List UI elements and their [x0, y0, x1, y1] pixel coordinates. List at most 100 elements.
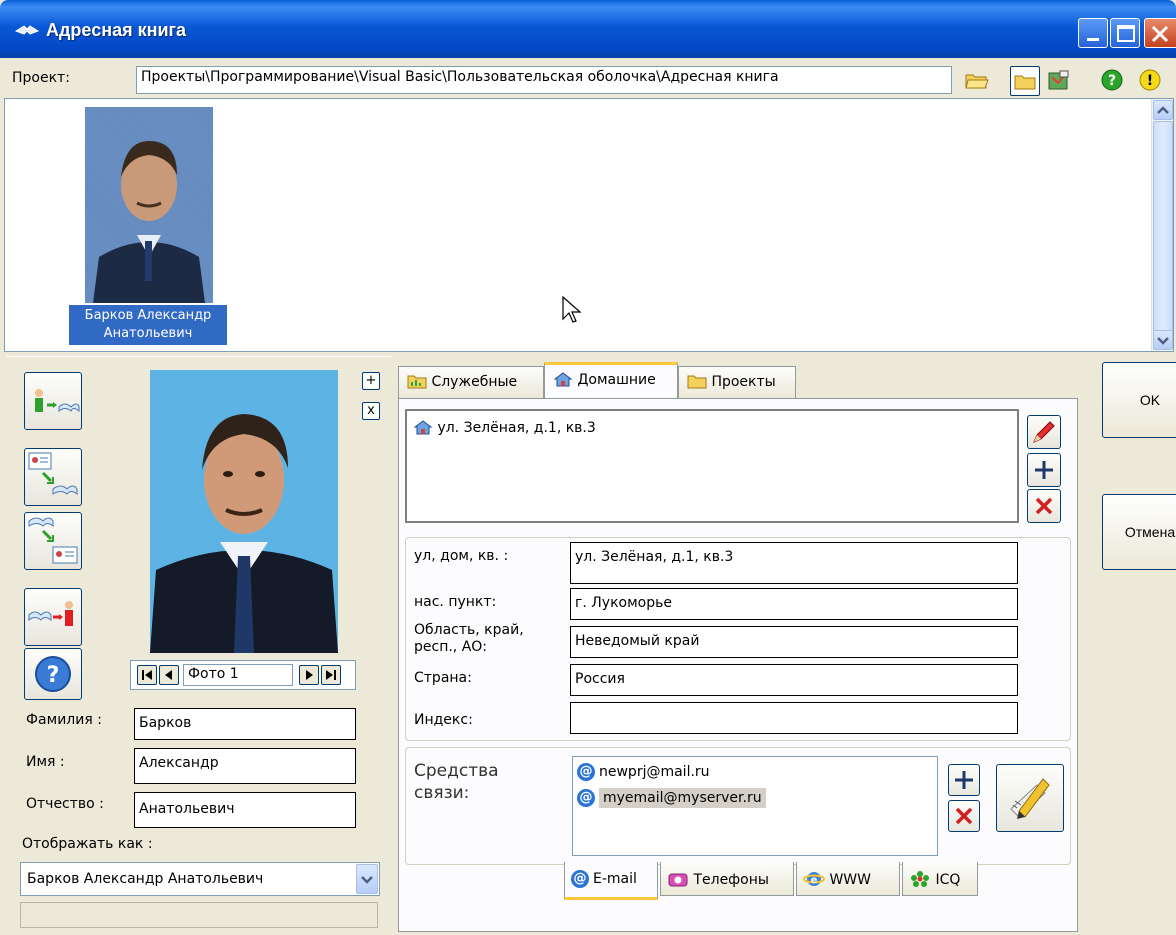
tab-www-label: WWW — [829, 872, 871, 888]
contact-name-line2: Анатольевич — [103, 326, 193, 341]
email-item-text: myemail@myserver.ru — [599, 788, 766, 808]
contact-name-line1: Барков Александр — [84, 308, 212, 323]
folder-open-icon — [965, 74, 989, 89]
add-photo-button[interactable]: + — [362, 372, 380, 390]
first-name-field[interactable]: Александр — [134, 748, 356, 784]
patronymic-field[interactable]: Анатольевич — [134, 792, 356, 828]
phone-icon — [668, 873, 688, 887]
next-icon — [306, 670, 313, 680]
country-field[interactable]: Россия — [570, 664, 1018, 696]
display-as-value: Барков Александр Анатольевич — [27, 871, 264, 887]
project-path-field[interactable]: Проекты\Программирование\Visual Basic\По… — [136, 66, 952, 94]
ok-button[interactable]: OK — [1102, 362, 1176, 438]
address-list-item[interactable]: ул. Зелёная, д.1, кв.3 — [413, 419, 596, 436]
book-to-card-icon — [28, 517, 78, 564]
street-field[interactable]: ул. Зелёная, д.1, кв.3 — [570, 542, 1018, 584]
copy-to-book-button[interactable] — [24, 448, 82, 506]
app-icon — [14, 25, 40, 35]
tab-email[interactable]: @ E-mail — [564, 862, 658, 900]
chevron-up-icon — [1157, 106, 1169, 114]
contact-thumbnail[interactable] — [85, 107, 213, 303]
remove-photo-button[interactable]: x — [362, 402, 380, 420]
last-photo-button[interactable] — [321, 665, 341, 685]
tab-icq-label: ICQ — [935, 872, 961, 888]
folder-chart-icon — [407, 375, 427, 389]
export-contact-button[interactable] — [24, 588, 82, 646]
folder-icon — [1014, 75, 1036, 90]
address-list[interactable]: ул. Зелёная, д.1, кв.3 — [405, 409, 1019, 523]
help-icon: ? — [1101, 69, 1123, 91]
exclamation-icon: ! — [1139, 69, 1161, 91]
title-bar[interactable]: Адресная книга — [0, 0, 1176, 58]
email-icon: @ — [577, 789, 595, 807]
tab-www[interactable]: e WWW — [796, 862, 900, 896]
minimize-icon — [1087, 38, 1099, 41]
pencil-icon — [1033, 421, 1055, 443]
tab-phones[interactable]: Телефоны — [660, 862, 794, 896]
cancel-button[interactable]: Отмена — [1102, 494, 1176, 570]
display-as-select[interactable]: Барков Александр Анатольевич — [20, 862, 380, 896]
last-icon — [326, 670, 336, 680]
zip-field[interactable] — [570, 702, 1018, 734]
tab-icq[interactable]: ICQ — [902, 862, 978, 896]
city-field[interactable]: г. Лукоморье — [570, 588, 1018, 620]
city-label: нас. пункт: — [414, 594, 497, 610]
svg-text:?: ? — [1108, 73, 1116, 89]
photo-navigator: Фото 1 — [130, 660, 356, 690]
first-name-label: Имя : — [26, 754, 65, 770]
email-list-item[interactable]: @ myemail@myserver.ru — [577, 788, 766, 808]
email-list-item[interactable]: @ newprj@mail.ru — [577, 763, 710, 781]
tab-phones-label: Телефоны — [693, 872, 769, 888]
tab-home-label: Домашние — [577, 372, 656, 388]
contacts-label-line1: Средства — [414, 761, 499, 781]
display-as-label: Отображать как : — [22, 836, 153, 852]
edit-contact-button[interactable] — [996, 764, 1064, 832]
scroll-down-button[interactable] — [1153, 330, 1173, 350]
plus-icon — [955, 771, 973, 789]
delete-address-button[interactable] — [1027, 489, 1061, 523]
warning-button[interactable]: ! — [1138, 68, 1164, 94]
tab-projects-label: Проекты — [711, 374, 776, 390]
folder-button[interactable] — [1010, 66, 1040, 96]
icq-flower-icon — [911, 871, 929, 887]
maximize-button[interactable] — [1110, 18, 1140, 48]
map-button[interactable] — [1046, 68, 1072, 94]
tab-email-label: E-mail — [593, 871, 637, 887]
maximize-icon — [1117, 25, 1135, 42]
address-form: ул, дом, кв. : ул. Зелёная, д.1, кв.3 на… — [405, 537, 1071, 741]
project-label: Проект: — [12, 70, 70, 86]
copy-from-book-button[interactable] — [24, 512, 82, 570]
first-photo-button[interactable] — [137, 665, 157, 685]
close-button[interactable] — [1144, 18, 1176, 48]
open-folder-button[interactable] — [964, 68, 990, 94]
chevron-down-icon — [361, 876, 373, 884]
tab-home[interactable]: Домашние — [544, 362, 678, 398]
scroll-thumb[interactable] — [1153, 121, 1173, 331]
edit-address-button[interactable] — [1027, 415, 1061, 449]
close-icon — [1151, 25, 1169, 43]
tab-projects[interactable]: Проекты — [678, 366, 796, 398]
region-field[interactable]: Неведомый край — [570, 626, 1018, 658]
next-photo-button[interactable] — [299, 665, 319, 685]
minimize-button[interactable] — [1078, 18, 1108, 48]
contact-card-label[interactable]: Барков Александр Анатольевич — [69, 305, 227, 345]
email-list[interactable]: @ newprj@mail.ru @ myemail@myserver.ru — [572, 756, 938, 856]
tab-work-label: Служебные — [431, 374, 518, 390]
display-as-dropdown-button[interactable] — [356, 864, 378, 894]
add-contact-button[interactable] — [948, 764, 980, 796]
import-contact-button[interactable] — [24, 372, 82, 430]
card-view-scrollbar[interactable] — [1151, 99, 1173, 351]
help-big-button[interactable]: ? — [24, 648, 82, 700]
scroll-up-button[interactable] — [1153, 100, 1173, 120]
tab-work[interactable]: Служебные — [398, 366, 544, 398]
help-button[interactable]: ? — [1100, 68, 1126, 94]
status-bar — [20, 902, 378, 928]
plus-icon — [1035, 461, 1053, 479]
contacts-group: Средства связи: @ newprj@mail.ru @ myemail… — [405, 747, 1071, 865]
prev-photo-button[interactable] — [159, 665, 179, 685]
delete-contact-button[interactable] — [948, 800, 980, 832]
last-name-field[interactable]: Барков — [134, 708, 356, 740]
person-photo-image — [150, 370, 338, 653]
add-address-button[interactable] — [1027, 453, 1061, 487]
contacts-card-view[interactable]: Барков Александр Анатольевич — [4, 98, 1174, 352]
